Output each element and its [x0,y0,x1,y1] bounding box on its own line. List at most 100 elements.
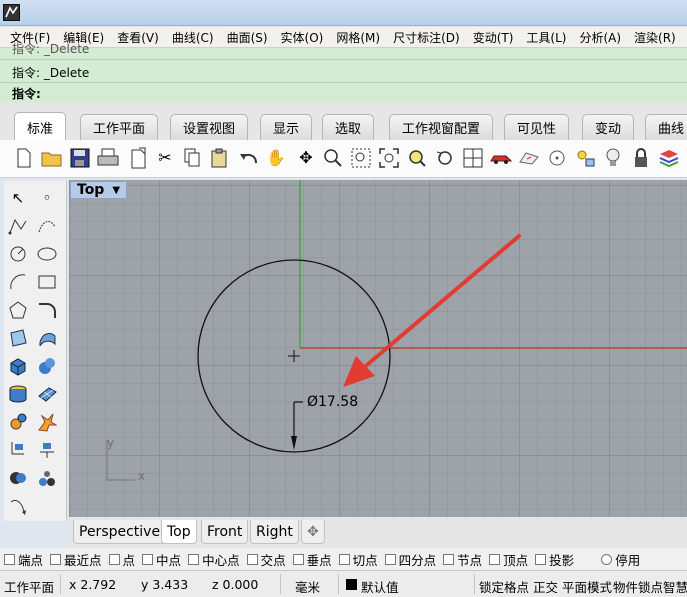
four-viewports-icon[interactable] [461,146,485,170]
zoom-window-icon[interactable] [349,146,373,170]
checkbox[interactable] [108,553,120,565]
print-icon[interactable] [96,146,120,170]
checkbox[interactable] [443,553,455,565]
osnap-center[interactable]: 中心点 [188,550,240,569]
status-smart-track[interactable]: 智慧 [663,577,687,596]
tab-front[interactable]: Front [201,520,249,544]
fillet-curve-icon[interactable] [36,299,58,321]
circle-icon[interactable] [545,146,569,170]
cylinder-solid-icon[interactable] [7,383,29,405]
paste-icon[interactable] [207,146,231,170]
menu-view[interactable]: 查看(V) [117,29,159,46]
osnap-mid[interactable]: 中点 [142,550,181,569]
extrude-surface-icon[interactable] [36,327,58,349]
osnap-point[interactable]: 点 [108,550,135,569]
zoom-icon[interactable] [321,146,345,170]
tab-standard[interactable]: 标准 [14,112,67,141]
ellipse-tool-icon[interactable] [36,243,58,265]
box-solid-icon[interactable] [7,355,29,377]
add-viewport-icon[interactable]: ✥ [301,520,325,544]
osnap-quad[interactable]: 四分点 [384,550,436,569]
osnap-vertex[interactable]: 顶点 [489,550,528,569]
boolean-union-icon[interactable] [7,467,29,489]
rotate-view-icon[interactable]: ✥ [294,146,318,170]
import-icon[interactable] [126,146,150,170]
tab-right[interactable]: Right [250,520,299,544]
menu-mesh[interactable]: 网格(M) [336,29,380,46]
gear-transform-icon[interactable] [7,411,29,433]
osnap-end[interactable]: 端点 [4,550,43,569]
menu-analyze[interactable]: 分析(A) [579,29,621,46]
menu-tools[interactable]: 工具(L) [526,29,566,46]
osnap-project[interactable]: 投影 [535,550,574,569]
checkbox[interactable] [489,553,501,565]
checkbox[interactable] [292,553,304,565]
tab-display[interactable]: 显示 [260,114,313,140]
lock-icon[interactable] [629,146,653,170]
menu-surface[interactable]: 曲面(S) [227,29,268,46]
tab-visibility[interactable]: 可见性 [504,114,570,140]
checkbox[interactable] [384,553,396,565]
status-planar[interactable]: 平面模式 [562,577,612,596]
text-dimension-icon[interactable] [36,439,58,461]
car-icon[interactable] [489,146,513,170]
cut-icon[interactable]: ✂ [153,146,177,170]
top-viewport[interactable]: Ø17.58 y x [69,180,687,517]
osnap-knot[interactable]: 节点 [443,550,482,569]
light-icon[interactable] [573,146,597,170]
tab-select[interactable]: 选取 [322,114,375,140]
menu-render[interactable]: 渲染(R) [634,29,676,46]
osnap-perp[interactable]: 垂点 [292,550,332,569]
checkbox[interactable] [535,553,547,565]
osnap-tan[interactable]: 切点 [338,550,378,569]
checkbox[interactable] [246,553,258,565]
explode-icon[interactable] [36,411,58,433]
tab-set-view[interactable]: 设置视图 [170,114,249,140]
mesh-plane-icon[interactable] [36,383,58,405]
tab-cplanes[interactable]: 工作平面 [80,114,159,140]
surface-corner-icon[interactable] [7,327,29,349]
sphere-solid-icon[interactable] [36,355,58,377]
viewport-menu-arrow-icon[interactable]: ▼ [112,185,120,196]
osnap-near[interactable]: 最近点 [50,550,102,569]
radio[interactable] [601,553,613,565]
menu-curve[interactable]: 曲线(C) [172,29,214,46]
save-icon[interactable] [68,146,92,170]
group-objects-icon[interactable] [36,467,58,489]
pan-hand-icon[interactable]: ✋ [264,146,288,170]
status-cplane[interactable]: 工作平面 [4,577,54,596]
select-arrow-icon[interactable]: ↖ [7,187,29,209]
status-layer[interactable]: 默认值 [361,577,399,596]
bulb-icon[interactable] [601,146,625,170]
status-ortho[interactable]: 正交 [533,577,558,596]
viewport-canvas[interactable] [69,180,687,517]
polygon-tool-icon[interactable] [7,299,29,321]
status-grid-snap[interactable]: 锁定格点 [479,577,529,596]
new-file-icon[interactable] [12,146,36,170]
checkbox[interactable] [142,553,154,565]
curve-cv-icon[interactable] [36,215,58,237]
osnap-disable[interactable]: 停用 [601,550,640,569]
osnap-int[interactable]: 交点 [246,550,286,569]
copy-icon[interactable] [180,146,204,170]
viewport-title[interactable]: Top ▼ [70,181,128,199]
zoom-selected-icon[interactable] [405,146,429,170]
tab-viewport-layout[interactable]: 工作视窗配置 [389,114,494,140]
command-prompt[interactable]: 指令: [12,85,41,102]
checkbox[interactable] [188,553,200,565]
menu-dimension[interactable]: 尺寸标注(D) [393,29,460,46]
status-object-snap[interactable]: 物件锁点 [613,577,663,596]
render-icon[interactable] [517,146,541,170]
point-icon[interactable]: ◦ [36,187,58,209]
zoom-extents-icon[interactable] [377,146,401,170]
material-icon[interactable] [657,146,681,170]
circle-tool-icon[interactable] [7,243,29,265]
undo-view-icon[interactable] [433,146,457,170]
arc-tool-icon[interactable] [7,271,29,293]
checkbox[interactable] [338,553,350,565]
undo-icon[interactable] [237,146,261,170]
menu-solid[interactable]: 实体(O) [281,29,324,46]
dimension-icon[interactable] [7,439,29,461]
polyline-icon[interactable] [7,215,29,237]
menu-transform[interactable]: 变动(T) [473,29,514,46]
